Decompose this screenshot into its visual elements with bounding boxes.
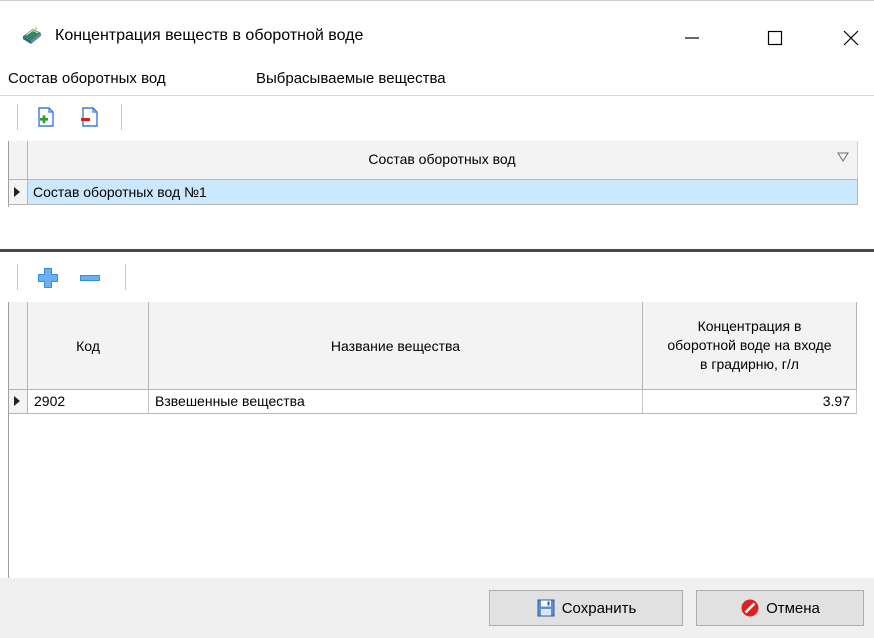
substances-grid: Код Название вещества Концентрация в обо… (8, 302, 857, 578)
save-button-label: Сохранить (561, 599, 637, 617)
menu-bar: Состав оборотных вод Выбрасываемые вещес… (0, 64, 874, 92)
column-header-substance-name-label: Название вещества (330, 337, 461, 354)
row-indicator-header (9, 302, 28, 389)
cell-concentration-value: 3.97 (822, 393, 850, 409)
cell-code[interactable]: 2902 (28, 390, 149, 413)
cancel-button-label: Отмена (766, 599, 820, 617)
cell-substance-name-value: Взвешенные вещества (155, 393, 305, 409)
cell-code-value: 2902 (34, 393, 66, 409)
maximize-icon[interactable] (760, 24, 790, 52)
toolbar-separator (125, 264, 126, 290)
composition-toolbar (0, 95, 874, 138)
row-indicator (9, 180, 28, 204)
column-header-composition[interactable]: Состав оборотных вод (27, 151, 857, 167)
book-icon (23, 27, 41, 44)
column-header-concentration[interactable]: Концентрация в оборотной воде на входе в… (643, 302, 857, 389)
column-header-substance-name[interactable]: Название вещества (149, 302, 643, 389)
column-header-code[interactable]: Код (28, 302, 149, 389)
plus-icon[interactable] (36, 266, 60, 290)
table-row[interactable]: 2902 Взвешенные вещества 3.97 (9, 390, 857, 414)
filter-icon[interactable] (837, 151, 849, 163)
cell-concentration[interactable]: 3.97 (643, 390, 857, 413)
remove-document-icon[interactable] (78, 105, 102, 129)
row-indicator-header (9, 141, 28, 179)
cancel-button[interactable]: Отмена (696, 590, 864, 626)
minus-icon[interactable] (78, 266, 102, 290)
menu-item-emitted-substances[interactable]: Выбрасываемые вещества (256, 70, 446, 87)
cell-substance-name[interactable]: Взвешенные вещества (149, 390, 643, 413)
cancel-icon (741, 599, 759, 617)
close-icon[interactable] (836, 24, 866, 52)
panel-splitter[interactable] (0, 249, 874, 252)
grid-header: Состав оборотных вод (9, 141, 858, 180)
current-row-arrow-icon (14, 396, 20, 406)
window-top-border (0, 0, 874, 1)
dialog-footer: Сохранить Отмена (0, 578, 874, 638)
title-bar[interactable]: Концентрация веществ в оборотной воде (0, 14, 874, 58)
toolbar-separator (17, 104, 18, 130)
substances-toolbar (0, 256, 874, 298)
save-button[interactable]: Сохранить (489, 590, 683, 626)
menu-item-water-composition[interactable]: Состав оборотных вод (8, 70, 166, 87)
column-header-code-label: Код (76, 337, 100, 354)
add-document-icon[interactable] (34, 105, 58, 129)
toolbar-separator (121, 104, 122, 130)
table-row[interactable]: Состав оборотных вод №1 (9, 180, 858, 205)
window-title: Концентрация веществ в оборотной воде (55, 27, 364, 44)
current-row-arrow-icon (14, 187, 20, 197)
toolbar-separator (17, 264, 18, 290)
composition-name-cell[interactable]: Состав оборотных вод №1 (33, 184, 207, 200)
compositions-grid: Состав оборотных вод Состав оборотных во… (8, 141, 858, 207)
column-header-concentration-label: Концентрация в оборотной воде на входе в… (667, 318, 832, 372)
row-indicator (9, 390, 28, 413)
floppy-disk-icon (537, 599, 555, 617)
grid-header: Код Название вещества Концентрация в обо… (9, 302, 857, 390)
minimize-icon[interactable] (676, 24, 706, 52)
